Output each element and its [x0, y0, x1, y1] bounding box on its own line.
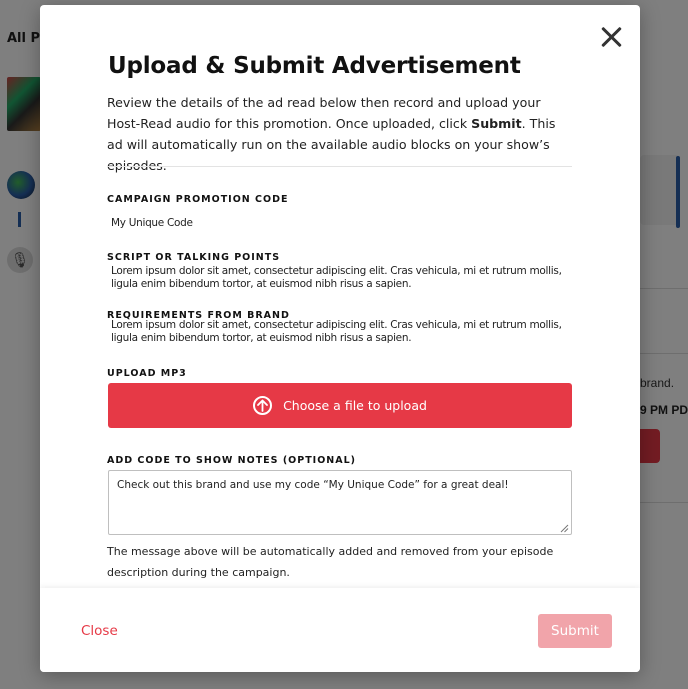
modal-body: Upload & Submit Advertisement Review the… — [40, 5, 640, 588]
close-button[interactable]: Close — [81, 623, 118, 639]
upload-label: UPLOAD MP3 — [107, 368, 187, 379]
divider — [107, 166, 572, 167]
upload-arrow-icon — [253, 396, 273, 415]
promo-code-label: CAMPAIGN PROMOTION CODE — [107, 194, 289, 205]
modal-intro: Review the details of the ad read below … — [107, 92, 567, 176]
modal-title: Upload & Submit Advertisement — [108, 53, 521, 79]
resize-handle-icon[interactable] — [560, 524, 569, 533]
submit-button[interactable]: Submit — [538, 614, 612, 648]
show-notes-label: ADD CODE TO SHOW NOTES (OPTIONAL) — [107, 455, 356, 466]
show-notes-textarea[interactable]: Check out this brand and use my code “My… — [108, 470, 572, 535]
intro-submit-emphasis: Submit — [471, 116, 522, 131]
modal-footer: Close Submit — [40, 588, 640, 672]
script-label: SCRIPT OR TALKING POINTS — [107, 252, 281, 263]
upload-advertisement-modal: Upload & Submit Advertisement Review the… — [40, 5, 640, 672]
show-notes-help: The message above will be automatically … — [107, 545, 554, 579]
choose-file-button[interactable]: Choose a file to upload — [108, 383, 572, 428]
requirements-value: Lorem ipsum dolor sit amet, consectetur … — [111, 319, 562, 344]
promo-code-value: My Unique Code — [111, 217, 193, 229]
script-value: Lorem ipsum dolor sit amet, consectetur … — [111, 265, 562, 290]
choose-file-label: Choose a file to upload — [283, 398, 427, 413]
close-icon[interactable] — [598, 24, 624, 50]
